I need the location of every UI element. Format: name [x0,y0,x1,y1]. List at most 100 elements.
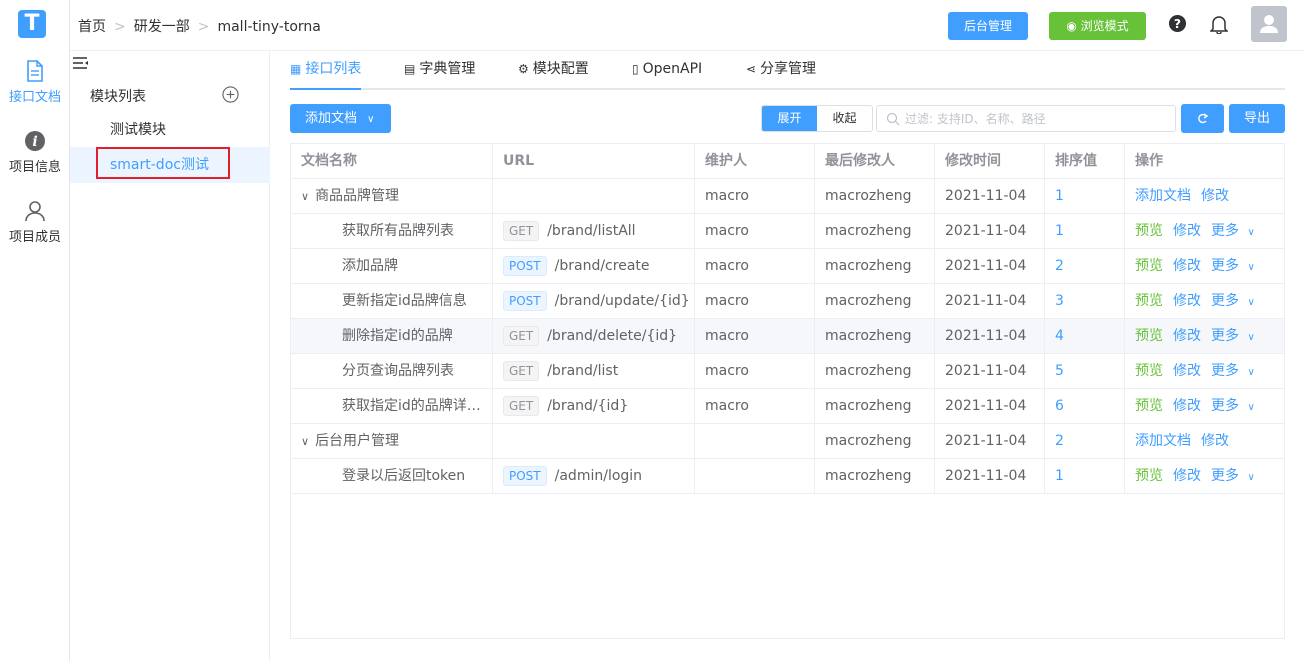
preview-link[interactable]: 预览 [1135,258,1163,274]
maintainer-cell: macro [695,179,815,214]
edit-link[interactable]: 修改 [1173,363,1201,379]
chevron-down-icon[interactable]: ∨ [301,180,309,214]
refresh-button[interactable] [1181,104,1224,133]
tab-share[interactable]: ⋖ 分享管理 [746,51,816,88]
rail-item-info[interactable]: i 项目信息 [0,130,70,175]
chevron-down-icon[interactable]: ∨ [301,425,309,459]
more-link[interactable]: 更多 ∨ [1211,398,1255,414]
rail-item-label: 项目成员 [8,230,61,245]
more-link[interactable]: 更多 ∨ [1211,223,1255,239]
preview-link[interactable]: 预览 [1135,468,1163,484]
url-cell: POST/brand/create [493,249,695,284]
add-doc-button[interactable]: 添加文档 ∨ [290,104,391,133]
maintainer-cell: macro [695,319,815,354]
order-cell[interactable]: 6 [1045,389,1125,424]
module-item[interactable]: 测试模块 [70,112,270,148]
table-row[interactable]: 添加品牌 POST/brand/create macro macrozheng … [291,249,1284,284]
table-row[interactable]: 分页查询品牌列表 GET/brand/list macro macrozheng… [291,354,1284,389]
header-cell: 排序值 [1045,144,1125,179]
edit-link[interactable]: 修改 [1173,258,1201,274]
eye-icon: ◉ [1066,19,1081,33]
edit-link[interactable]: 修改 [1201,433,1229,449]
actions-cell: 预览 修改 更多 ∨ [1125,284,1284,319]
edit-link[interactable]: 修改 [1201,188,1229,204]
table-row[interactable]: 获取所有品牌列表 GET/brand/listAll macro macrozh… [291,214,1284,249]
preview-link[interactable]: 预览 [1135,398,1163,414]
grid-icon: ▦ [290,62,302,76]
url-cell: POST/brand/update/{id} [493,284,695,319]
tab-openapi[interactable]: ▯ OpenAPI [632,51,702,88]
admin-button[interactable]: 后台管理 [948,12,1028,40]
module-item-selected[interactable]: smart-doc测试 [70,147,270,183]
actions-cell: 预览 修改 更多 ∨ [1125,319,1284,354]
edit-link[interactable]: 修改 [1173,328,1201,344]
table-row[interactable]: 删除指定id的品牌 GET/brand/delete/{id} macro ma… [291,319,1284,354]
table-row[interactable]: 更新指定id品牌信息 POST/brand/update/{id} macro … [291,284,1284,319]
browse-mode-button[interactable]: ◉ 浏览模式 [1049,12,1146,40]
edit-link[interactable]: 修改 [1173,398,1201,414]
order-cell[interactable]: 5 [1045,354,1125,389]
search-icon [886,112,900,126]
order-cell[interactable]: 1 [1045,459,1125,494]
rail-item-docs[interactable]: 接口文档 [0,60,70,105]
table-header: 文档名称 URL 维护人 最后修改人 修改时间 排序值 操作 [291,144,1284,179]
name-text: 商品品牌管理 [315,188,400,204]
more-link[interactable]: 更多 ∨ [1211,293,1255,309]
header-cell: URL [493,144,695,179]
breadcrumb: 首页 > 研发一部 > mall-tiny-torna [78,16,321,36]
more-link[interactable]: 更多 ∨ [1211,258,1255,274]
more-link[interactable]: 更多 ∨ [1211,468,1255,484]
edit-link[interactable]: 修改 [1173,468,1201,484]
add-doc-link[interactable]: 添加文档 [1135,188,1191,204]
preview-link[interactable]: 预览 [1135,363,1163,379]
more-link[interactable]: 更多 ∨ [1211,328,1255,344]
order-cell[interactable]: 4 [1045,319,1125,354]
order-cell[interactable]: 3 [1045,284,1125,319]
collapse-button[interactable]: 收起 [817,106,872,131]
actions-cell: 预览 修改 更多 ∨ [1125,354,1284,389]
bell-icon[interactable] [1210,14,1228,34]
tab-dictionary[interactable]: ▤ 字典管理 [404,51,475,88]
preview-link[interactable]: 预览 [1135,328,1163,344]
modifier-cell: macrozheng [815,249,935,284]
time-cell: 2021-11-04 [935,284,1045,319]
tab-label: 字典管理 [419,61,476,77]
time-cell: 2021-11-04 [935,319,1045,354]
search-input[interactable] [905,110,1165,128]
preview-link[interactable]: 预览 [1135,293,1163,309]
method-badge: POST [503,256,547,276]
expand-button[interactable]: 展开 [762,106,817,131]
tab-api-list[interactable]: ▦ 接口列表 [290,51,362,90]
breadcrumb-home[interactable]: 首页 [78,19,106,35]
add-doc-label: 添加文档 [305,111,358,126]
menu-fold-icon[interactable] [72,55,90,71]
preview-link[interactable]: 预览 [1135,223,1163,239]
avatar[interactable] [1251,6,1287,42]
url-text: /brand/{id} [547,398,629,414]
maintainer-cell [695,459,815,494]
add-module-icon[interactable] [222,86,239,103]
edit-link[interactable]: 修改 [1173,223,1201,239]
url-cell: POST/admin/login [493,459,695,494]
help-icon[interactable]: ? [1168,14,1187,33]
user-avatar-icon [1260,15,1278,33]
export-button[interactable]: 导出 [1229,104,1285,133]
chevron-down-icon: ∨ [1247,402,1255,413]
order-cell[interactable]: 2 [1045,249,1125,284]
modifier-cell: macrozheng [815,424,935,459]
order-cell[interactable]: 1 [1045,214,1125,249]
tab-label: OpenAPI [642,61,703,77]
maintainer-cell: macro [695,249,815,284]
add-doc-link[interactable]: 添加文档 [1135,433,1191,449]
order-cell[interactable]: 2 [1045,424,1125,459]
breadcrumb-team[interactable]: 研发一部 [134,19,190,35]
url-text: /admin/login [554,468,643,484]
rail-item-members[interactable]: 项目成员 [0,200,70,245]
table-row[interactable]: 登录以后返回token POST/admin/login macrozheng … [291,459,1284,494]
order-cell[interactable]: 1 [1045,179,1125,214]
table-row[interactable]: 获取指定id的品牌详… GET/brand/{id} macro macrozh… [291,389,1284,424]
user-icon [25,201,45,222]
tab-module-config[interactable]: ⚙ 模块配置 [518,51,589,88]
edit-link[interactable]: 修改 [1173,293,1201,309]
more-link[interactable]: 更多 ∨ [1211,363,1255,379]
